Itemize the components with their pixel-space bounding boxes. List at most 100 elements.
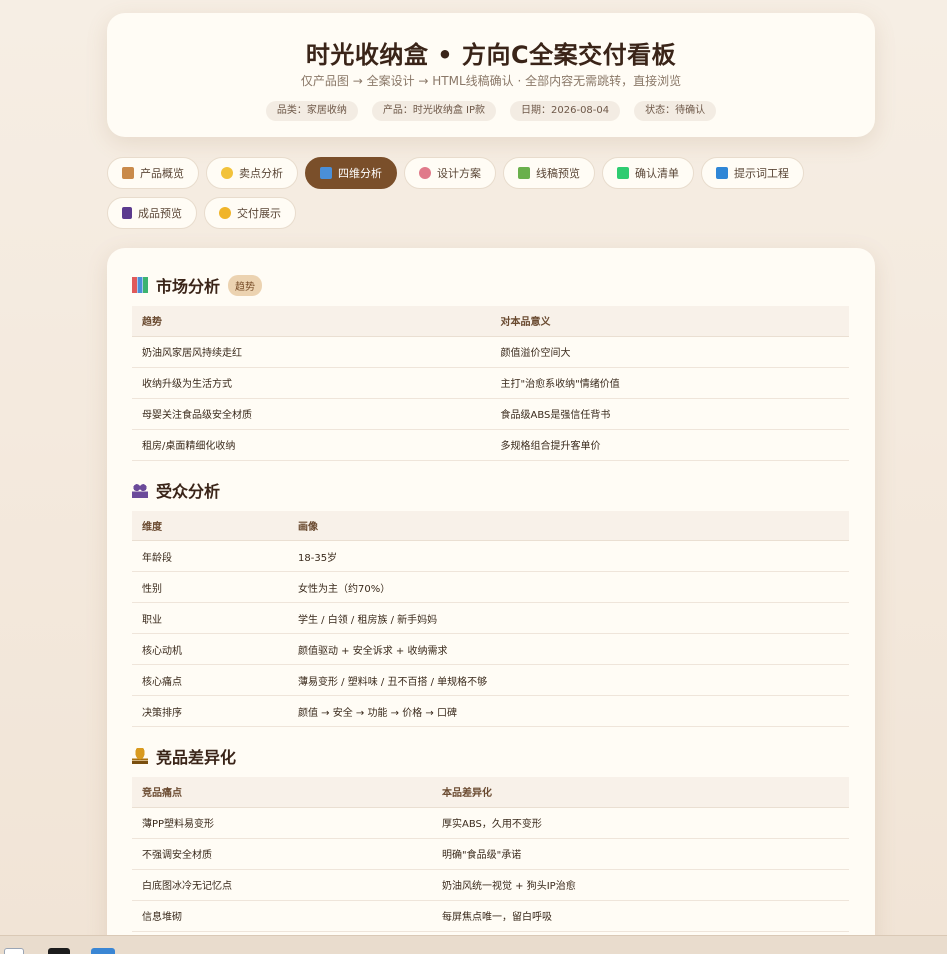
audience-table: 维度 画像 年龄段 18-35岁 性别 女性为主（约70%） 职业 学生 / 白领 /…: [132, 510, 849, 727]
tab-four-dimension-analysis[interactable]: 四维分析: [305, 157, 397, 189]
table-cell: 收纳升级为生活方式: [132, 367, 491, 399]
table-row: 白底图冰冷无记忆点 奶油风统一视觉 + 狗头IP治愈: [132, 869, 849, 901]
market-analysis-section: 市场分析 趋势 趋势 对本品意义 奶油风家居风持续走红 颜值溢价空间大 收纳升级为…: [132, 272, 849, 461]
section-title: 市场分析: [156, 277, 221, 296]
people-icon: [132, 481, 148, 498]
table-cell: 核心痛点: [132, 664, 288, 696]
tab-label: 设计方案: [437, 167, 481, 180]
table-cell: 明确"食品级"承诺: [432, 838, 849, 870]
table-cell: 决策排序: [132, 695, 288, 727]
app-icon[interactable]: [48, 948, 70, 954]
table-row: 信息堆砌 每屏焦点唯一，留白呼吸: [132, 900, 849, 932]
audience-analysis-section: 受众分析 维度 画像 年龄段 18-35岁 性别 女性为主（约70%） 职业 学生 /…: [132, 477, 849, 727]
table-row: 母婴关注食品级安全材质 食品级ABS是强信任背书: [132, 398, 849, 430]
table-row: 核心痛点 薄易变形 / 塑料味 / 丑不百搭 / 单规格不够: [132, 664, 849, 696]
table-cell: 每屏焦点唯一，留白呼吸: [432, 900, 849, 932]
table-cell: 性别: [132, 571, 288, 603]
page-subtitle: 仅产品图 → 全案设计 → HTML线稿确认 · 全部内容无需跳转，直接浏览: [300, 74, 682, 88]
tab-design-plan[interactable]: 设计方案: [404, 157, 496, 189]
section-header: 竞品差异化: [132, 743, 849, 769]
table-cell: 薄易变形 / 塑料味 / 丑不百搭 / 单规格不够: [288, 664, 849, 696]
meta-date: 日期：2026-08-04: [510, 101, 621, 121]
table-cell: 18-35岁: [288, 540, 849, 572]
table-cell: 核心动机: [132, 633, 288, 665]
column-header: 竞品痛点: [132, 777, 432, 808]
tab-label: 卖点分析: [239, 167, 283, 180]
table-cell: 薄PP塑料易变形: [132, 807, 432, 839]
meta-category: 品类：家居收纳: [265, 101, 358, 121]
table-row: 奶油风家居风持续走红 颜值溢价空间大: [132, 336, 849, 368]
meta-product: 产品：时光收纳盒 IP款: [371, 101, 497, 121]
table-row: 职业 学生 / 白领 / 租房族 / 新手妈妈: [132, 602, 849, 634]
table-cell: 颜值溢价空间大: [490, 336, 849, 368]
table-row: 核心动机 颜值驱动 + 安全诉求 + 收纳需求: [132, 633, 849, 665]
checkbox-icon: [617, 167, 629, 179]
abc-icon: [716, 167, 728, 179]
meta-row: 品类：家居收纳 产品：时光收纳盒 IP款 日期：2026-08-04 状态：待确…: [107, 101, 875, 121]
tab-confirm-list[interactable]: 确认清单: [602, 157, 694, 189]
picture-icon: [518, 167, 530, 179]
column-header: 维度: [132, 510, 288, 541]
window-icon[interactable]: [4, 948, 24, 954]
table-cell: 食品级ABS是强信任背书: [490, 398, 849, 430]
table-cell: 不强调安全材质: [132, 838, 432, 870]
table-row: 决策排序 颜值 → 安全 → 功能 → 价格 → 口碑: [132, 695, 849, 727]
box-icon: [122, 167, 134, 179]
tab-sketch-preview[interactable]: 线稿预览: [503, 157, 595, 189]
bar-chart-icon: [320, 167, 332, 179]
table-cell: 颜值 → 安全 → 功能 → 价格 → 口碑: [288, 695, 849, 727]
tab-prompt-engineering[interactable]: 提示词工程: [701, 157, 804, 189]
table-cell: 女性为主（约70%）: [288, 571, 849, 603]
trend-badge: 趋势: [228, 274, 263, 296]
tab-label: 成品预览: [138, 207, 182, 220]
table-row: 薄PP塑料易变形 厚实ABS，久用不变形: [132, 807, 849, 839]
meta-status: 状态：待确认: [634, 101, 717, 121]
table-cell: 主打"治愈系收纳"情绪价值: [490, 367, 849, 399]
table-cell: 母婴关注食品级安全材质: [132, 398, 491, 430]
table-row: 年龄段 18-35岁: [132, 540, 849, 572]
tab-label: 确认清单: [635, 167, 679, 180]
tab-label: 四维分析: [338, 167, 382, 180]
tab-label: 交付展示: [237, 207, 281, 220]
page-title: 时光收纳盒 • 方向C全案交付看板: [305, 41, 677, 69]
section-header: 市场分析 趋势: [132, 272, 849, 298]
tab-selling-points[interactable]: 卖点分析: [206, 157, 298, 189]
table-cell: 职业: [132, 602, 288, 634]
table-cell: 多规格组合提升客单价: [490, 429, 849, 461]
table-cell: 租房/桌面精细化收纳: [132, 429, 491, 461]
tab-label: 线稿预览: [536, 167, 580, 180]
sparkles-icon: [219, 207, 231, 219]
bar-chart-icon: [132, 277, 148, 293]
table-row: 收纳升级为生活方式 主打"治愈系收纳"情绪价值: [132, 367, 849, 399]
tab-delivery-showcase[interactable]: 交付展示: [204, 197, 296, 229]
tab-label: 产品概览: [140, 167, 184, 180]
trophy-icon: [132, 748, 148, 764]
table-row: 性别 女性为主（约70%）: [132, 571, 849, 603]
competitor-table: 竞品痛点 本品差异化 薄PP塑料易变形 厚实ABS，久用不变形 不强调安全材质 明确…: [132, 777, 849, 932]
table-cell: 白底图冰冷无记忆点: [132, 869, 432, 901]
table-row: 租房/桌面精细化收纳 多规格组合提升客单价: [132, 429, 849, 461]
table-cell: 奶油风统一视觉 + 狗头IP治愈: [432, 869, 849, 901]
dashboard-page: 时光收纳盒 • 方向C全案交付看板 仅产品图 → 全案设计 → HTML线稿确认…: [107, 13, 875, 954]
column-header: 趋势: [132, 306, 491, 337]
taskbar: [0, 935, 947, 954]
section-title: 受众分析: [156, 481, 221, 501]
column-header: 本品差异化: [432, 777, 849, 808]
folder-icon[interactable]: [91, 948, 115, 954]
competitor-section: 竞品差异化 竞品痛点 本品差异化 薄PP塑料易变形 厚实ABS，久用不变形 不强调…: [132, 743, 849, 932]
table-cell: 年龄段: [132, 540, 288, 572]
table-cell: 奶油风家居风持续走红: [132, 336, 491, 368]
section-header: 受众分析: [132, 477, 849, 503]
tab-product-overview[interactable]: 产品概览: [107, 157, 199, 189]
analysis-content: 市场分析 趋势 趋势 对本品意义 奶油风家居风持续走红 颜值溢价空间大 收纳升级为…: [107, 248, 875, 954]
section-title: 竞品差异化: [156, 748, 237, 767]
table-cell: 颜值驱动 + 安全诉求 + 收纳需求: [288, 633, 849, 665]
column-header: 对本品意义: [490, 306, 849, 337]
palette-icon: [419, 167, 431, 179]
column-header: 画像: [288, 510, 849, 541]
phone-icon: [122, 207, 132, 219]
table-cell: 厚实ABS，久用不变形: [432, 807, 849, 839]
tab-final-preview[interactable]: 成品预览: [107, 197, 197, 229]
market-table: 趋势 对本品意义 奶油风家居风持续走红 颜值溢价空间大 收纳升级为生活方式 主打"治…: [132, 306, 849, 461]
lightbulb-icon: [221, 167, 233, 179]
